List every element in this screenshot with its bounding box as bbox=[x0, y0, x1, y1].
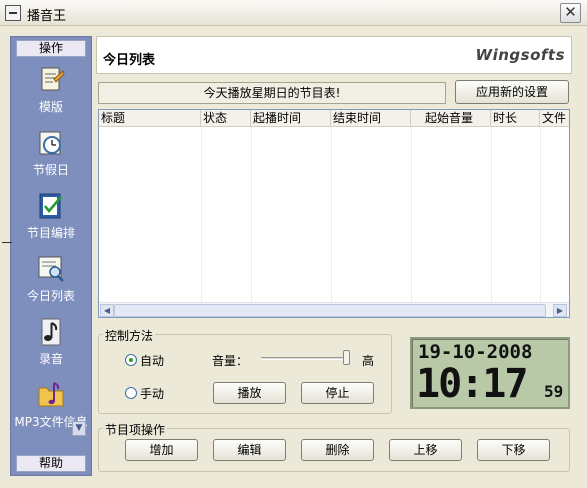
template-icon bbox=[41, 67, 65, 91]
volume-high-label: 高 bbox=[362, 354, 375, 368]
main-header: 今日列表 Wingsofts bbox=[96, 36, 572, 74]
horizontal-scrollbar[interactable]: ◀ ▶ bbox=[99, 302, 569, 317]
column-header-status[interactable]: 状态 bbox=[201, 110, 251, 127]
apply-settings-button[interactable]: 应用新的设置 bbox=[455, 80, 569, 104]
manual-mode-label[interactable]: 手动 bbox=[140, 385, 164, 402]
clock-time: 10:17 bbox=[416, 361, 528, 407]
sidebar-item-holiday[interactable]: 节假日 bbox=[11, 128, 91, 178]
music-note-icon bbox=[41, 318, 61, 346]
window-title: 播音王 bbox=[27, 9, 67, 24]
holiday-clock-icon bbox=[39, 131, 61, 155]
column-header-end-time[interactable]: 结束时间 bbox=[331, 110, 411, 127]
edit-item-button[interactable]: 编辑 bbox=[213, 439, 286, 461]
scrollbar-thumb[interactable] bbox=[114, 304, 546, 317]
page-title: 今日列表 bbox=[103, 53, 156, 68]
move-down-button[interactable]: 下移 bbox=[477, 439, 550, 461]
sidebar-header-operations[interactable]: 操作 bbox=[16, 40, 86, 57]
program-table[interactable]: 标题 状态 起播时间 结束时间 起始音量 时长 文件 ◀ ▶ bbox=[98, 109, 570, 318]
column-header-start-volume[interactable]: 起始音量 bbox=[411, 110, 491, 127]
clock-seconds: 59 bbox=[544, 382, 564, 401]
column-divider bbox=[540, 127, 541, 303]
close-button[interactable]: ✕ bbox=[560, 3, 581, 23]
column-divider bbox=[491, 127, 492, 303]
sidebar-scroll-down-button[interactable]: ▼ bbox=[72, 421, 86, 436]
column-divider bbox=[331, 127, 332, 303]
scroll-left-icon[interactable]: ◀ bbox=[100, 304, 114, 317]
column-header-duration[interactable]: 时长 bbox=[491, 110, 540, 127]
app-menu-icon[interactable] bbox=[5, 5, 21, 21]
table-header: 标题 状态 起播时间 结束时间 起始音量 时长 文件 bbox=[99, 110, 569, 127]
group-label: 控制方法 bbox=[103, 327, 156, 344]
sidebar-item-label: 节假日 bbox=[32, 163, 69, 177]
sidebar-header-help[interactable]: 帮助 bbox=[16, 455, 86, 472]
mp3-folder-icon bbox=[38, 382, 64, 407]
add-item-button[interactable]: 增加 bbox=[125, 439, 198, 461]
column-header-start-time[interactable]: 起播时间 bbox=[251, 110, 331, 127]
auto-mode-radio[interactable] bbox=[125, 354, 137, 366]
volume-slider-thumb[interactable] bbox=[343, 350, 350, 365]
manual-mode-radio[interactable] bbox=[125, 387, 137, 399]
schedule-notice: 今天播放星期日的节目表! bbox=[98, 82, 446, 104]
sidebar-item-label: 模版 bbox=[38, 100, 63, 114]
sidebar: 操作 模版 节假日 节目编排 今日列表 录音 MP3文件信息 ▼ 帮助 bbox=[10, 36, 92, 476]
column-divider bbox=[201, 127, 202, 303]
sidebar-item-label: 录音 bbox=[38, 352, 63, 366]
brand-logo: Wingsofts bbox=[475, 46, 565, 64]
sidebar-item-record[interactable]: 录音 bbox=[11, 317, 91, 367]
move-up-button[interactable]: 上移 bbox=[389, 439, 462, 461]
scroll-right-icon[interactable]: ▶ bbox=[553, 304, 567, 317]
volume-label: 音量： bbox=[212, 354, 249, 368]
lcd-clock: 19-10-2008 10:17 59 bbox=[410, 337, 570, 409]
column-header-file[interactable]: 文件 bbox=[540, 110, 569, 127]
group-label: 节目项操作 bbox=[103, 421, 168, 438]
today-list-icon bbox=[38, 256, 64, 282]
sidebar-item-label: 节目编排 bbox=[26, 226, 75, 240]
schedule-edit-icon bbox=[39, 193, 62, 219]
title-bar: 播音王 ✕ bbox=[0, 0, 587, 26]
clock-date: 19-10-2008 bbox=[418, 341, 533, 363]
sidebar-item-label: 今日列表 bbox=[26, 289, 75, 303]
column-divider bbox=[411, 127, 412, 303]
column-header-title[interactable]: 标题 bbox=[99, 110, 201, 127]
auto-mode-label[interactable]: 自动 bbox=[140, 352, 164, 369]
divider bbox=[2, 242, 12, 243]
volume-slider-track[interactable] bbox=[261, 357, 347, 360]
play-button[interactable]: 播放 bbox=[213, 382, 286, 404]
sidebar-item-template[interactable]: 模版 bbox=[11, 65, 91, 115]
delete-item-button[interactable]: 删除 bbox=[301, 439, 374, 461]
sidebar-item-today-list[interactable]: 今日列表 bbox=[11, 254, 91, 304]
stop-button[interactable]: 停止 bbox=[301, 382, 374, 404]
sidebar-item-schedule[interactable]: 节目编排 bbox=[11, 191, 91, 241]
column-divider bbox=[251, 127, 252, 303]
